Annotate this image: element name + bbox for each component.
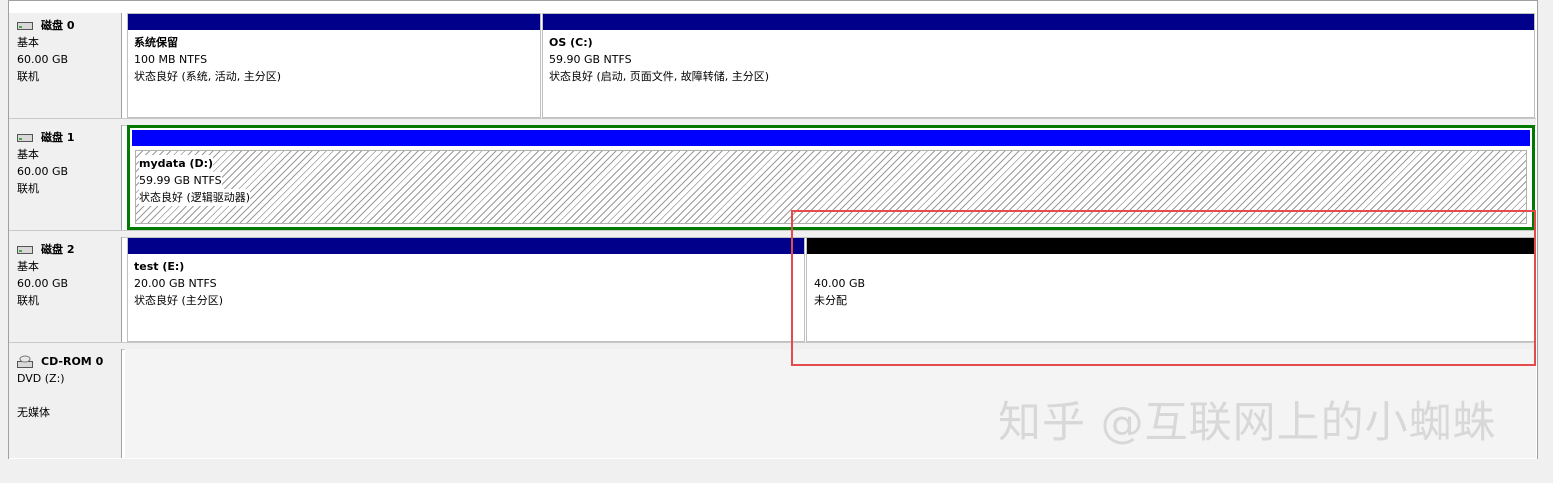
partition-name: mydata (D:): [139, 155, 214, 172]
hard-disk-icon: [17, 245, 33, 255]
partition-size: 59.90 GB NTFS: [549, 53, 632, 66]
partition-bar: [543, 14, 1534, 30]
disk-row-2[interactable]: 磁盘 2 基本 60.00 GB 联机 test (E:) 20.00 GB N…: [9, 237, 1536, 342]
cdrom-drive: DVD (Z:): [17, 372, 65, 385]
partition-name: OS (C:): [549, 36, 593, 49]
cdrom-name: CD-ROM 0: [41, 355, 104, 368]
partition-state: 状态良好 (逻辑驱动器): [139, 189, 251, 206]
disk-info-2[interactable]: 磁盘 2 基本 60.00 GB 联机: [9, 237, 122, 342]
disk-name: 磁盘 1: [41, 131, 75, 144]
disk-size: 60.00 GB: [17, 277, 69, 290]
disk-status: 联机: [17, 182, 39, 195]
disk-status: 联机: [17, 70, 39, 83]
disk-info-1[interactable]: 磁盘 1 基本 60.00 GB 联机: [9, 125, 122, 230]
partition-c[interactable]: OS (C:) 59.90 GB NTFS 状态良好 (启动, 页面文件, 故障…: [542, 13, 1535, 118]
partition-bar: [128, 238, 804, 254]
partition-size: 20.00 GB NTFS: [134, 277, 217, 290]
cd-drive-icon: [17, 355, 33, 369]
disk-type: 基本: [17, 148, 39, 161]
partition-state: 状态良好 (启动, 页面文件, 故障转储, 主分区): [549, 70, 770, 83]
partition-e[interactable]: test (E:) 20.00 GB NTFS 状态良好 (主分区): [127, 237, 805, 342]
hard-disk-icon: [17, 21, 33, 31]
partition-size: 100 MB NTFS: [134, 53, 208, 66]
logical-drive-hatch: mydata (D:) 59.99 GB NTFS 状态良好 (逻辑驱动器): [135, 150, 1527, 224]
cdrom-info[interactable]: CD-ROM 0 DVD (Z:) 无媒体: [9, 349, 122, 458]
partition-size: 40.00 GB: [814, 277, 866, 290]
partition-size: 59.99 GB NTFS: [139, 172, 222, 189]
disk-status: 联机: [17, 294, 39, 307]
disk-name: 磁盘 2: [41, 243, 75, 256]
cdrom-media: 无媒体: [17, 406, 50, 419]
partition-state: 状态良好 (主分区): [134, 294, 224, 307]
disk-size: 60.00 GB: [17, 165, 69, 178]
hard-disk-icon: [17, 133, 33, 143]
disk-name: 磁盘 0: [41, 19, 75, 32]
partition-state: 状态良好 (系统, 活动, 主分区): [134, 70, 282, 83]
disk-row-0[interactable]: 磁盘 0 基本 60.00 GB 联机 系统保留 100 MB NTFS 状态良…: [9, 13, 1536, 118]
partition-name: [814, 258, 1534, 275]
disk-info-0[interactable]: 磁盘 0 基本 60.00 GB 联机: [9, 13, 122, 118]
unallocated-space[interactable]: 40.00 GB 未分配: [806, 237, 1535, 342]
partition-bar: [807, 238, 1534, 254]
partition-name: 系统保留: [134, 36, 178, 49]
disk-row-1[interactable]: 磁盘 1 基本 60.00 GB 联机 mydata (D:) 59.99 GB…: [9, 125, 1536, 230]
partition-bar: [132, 130, 1530, 146]
partition-d[interactable]: mydata (D:) 59.99 GB NTFS 状态良好 (逻辑驱动器): [127, 125, 1535, 230]
partition-bar: [128, 14, 540, 30]
watermark: 知乎 @互联网上的小蜘蛛: [998, 398, 1497, 448]
partition-state: 未分配: [814, 294, 847, 307]
disk-size: 60.00 GB: [17, 53, 69, 66]
partition-system-reserved[interactable]: 系统保留 100 MB NTFS 状态良好 (系统, 活动, 主分区): [127, 13, 541, 118]
partition-name: test (E:): [134, 260, 185, 273]
disk-type: 基本: [17, 36, 39, 49]
disk-type: 基本: [17, 260, 39, 273]
